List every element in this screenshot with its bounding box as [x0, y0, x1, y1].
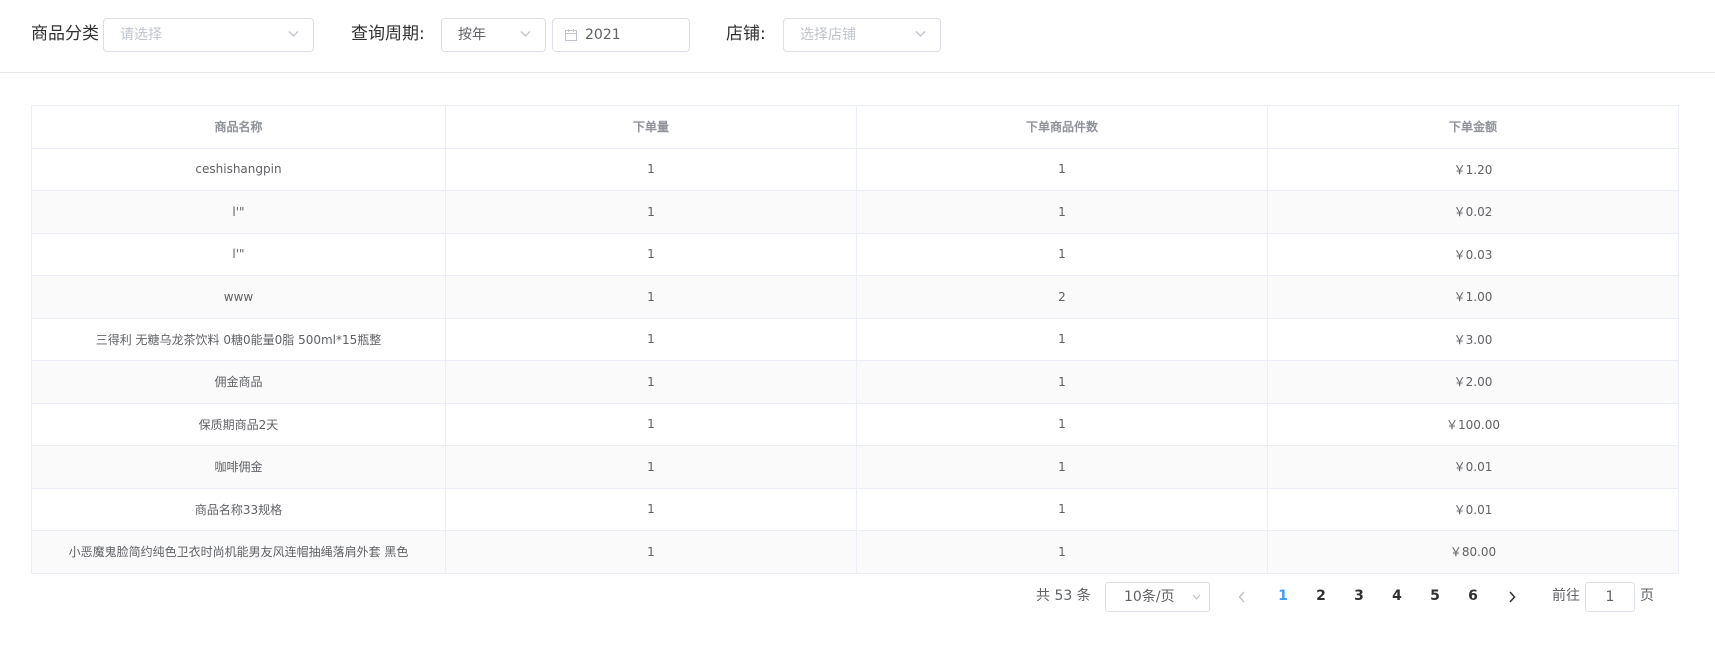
cell-product-name: 商品名称33规格 [31, 487, 446, 531]
cell-item-count: 1 [856, 530, 1268, 574]
cell-order-amount: ￥0.01 [1267, 445, 1679, 489]
cell-item-count: 1 [856, 232, 1268, 276]
cell-item-count: 1 [856, 402, 1268, 446]
shop-label: 店铺: [726, 24, 766, 44]
cell-product-name: l'" [31, 232, 446, 276]
cell-item-count: 2 [856, 275, 1268, 319]
goto-suffix: 页 [1640, 588, 1654, 604]
table-row: www 1 2 ￥1.00 [31, 275, 1679, 319]
goto-prefix: 前往 [1552, 588, 1580, 604]
chevron-left-icon[interactable] [1236, 587, 1248, 607]
year-picker[interactable]: 2021 [552, 18, 690, 52]
year-value: 2021 [585, 27, 621, 43]
cell-order-amount: ￥0.03 [1267, 232, 1679, 276]
table-row: 商品名称33规格 1 1 ￥0.01 [31, 487, 1679, 531]
page-2-button[interactable]: 2 [1309, 586, 1333, 606]
cell-order-amount: ￥1.00 [1267, 275, 1679, 319]
cell-product-name: www [31, 275, 446, 319]
goto-page-input[interactable]: 1 [1585, 582, 1635, 612]
page-4-button[interactable]: 4 [1385, 586, 1409, 606]
cell-order-amount: ￥100.00 [1267, 402, 1679, 446]
table-row: ceshishangpin 1 1 ￥1.20 [31, 147, 1679, 191]
page-6-button[interactable]: 6 [1461, 586, 1485, 606]
cell-order-count: 1 [445, 402, 857, 446]
table-body: ceshishangpin 1 1 ￥1.20 l'" 1 1 ￥0.02 l'" 1 1 ￥0.03… [31, 147, 1679, 574]
cell-order-count: 1 [445, 317, 857, 361]
table-row: 小恶魔鬼脸简约纯色卫衣时尚机能男友风连帽抽绳落肩外套 黑色 1 1 ￥80.00 [31, 530, 1679, 574]
cell-product-name: 三得利 无糖乌龙茶饮料 0糖0能量0脂 500ml*15瓶整 [31, 317, 446, 361]
period-mode-select[interactable]: 按年 [441, 18, 546, 52]
cell-product-name: l'" [31, 190, 446, 234]
calendar-icon [565, 29, 577, 41]
cell-item-count: 1 [856, 147, 1268, 191]
table-row: l'" 1 1 ￥0.03 [31, 232, 1679, 276]
chevron-down-icon [1192, 594, 1201, 600]
shop-placeholder: 选择店铺 [800, 27, 856, 43]
chevron-down-icon [520, 31, 531, 37]
cell-order-amount: ￥80.00 [1267, 530, 1679, 574]
cell-product-name: 小恶魔鬼脸简约纯色卫衣时尚机能男友风连帽抽绳落肩外套 黑色 [31, 530, 446, 574]
table-row: 佣金商品 1 1 ￥2.00 [31, 360, 1679, 404]
period-mode-value: 按年 [458, 27, 486, 43]
cell-item-count: 1 [856, 317, 1268, 361]
cell-item-count: 1 [856, 190, 1268, 234]
chevron-right-icon[interactable] [1506, 587, 1518, 607]
cell-order-count: 1 [445, 360, 857, 404]
page-1-button[interactable]: 1 [1271, 586, 1295, 606]
column-header-order-count[interactable]: 下单量 [445, 105, 857, 149]
page-size-value: 10条/页 [1124, 589, 1175, 605]
cell-order-count: 1 [445, 530, 857, 574]
cell-item-count: 1 [856, 445, 1268, 489]
chevron-down-icon [288, 31, 299, 37]
column-header-item-count[interactable]: 下单商品件数 [856, 105, 1268, 149]
cell-product-name: 保质期商品2天 [31, 402, 446, 446]
category-placeholder: 请选择 [120, 27, 162, 43]
sales-table: 商品名称 下单量 下单商品件数 下单金额 ceshishangpin 1 1 ￥1.2… [31, 105, 1679, 574]
table-row: 咖啡佣金 1 1 ￥0.01 [31, 445, 1679, 489]
cell-order-count: 1 [445, 445, 857, 489]
cell-product-name: 咖啡佣金 [31, 445, 446, 489]
cell-item-count: 1 [856, 487, 1268, 531]
cell-order-count: 1 [445, 232, 857, 276]
cell-order-amount: ￥0.01 [1267, 487, 1679, 531]
cell-product-name: 佣金商品 [31, 360, 446, 404]
page-size-select[interactable]: 10条/页 [1105, 582, 1210, 612]
column-header-product-name[interactable]: 商品名称 [31, 105, 446, 149]
table-header-row: 商品名称 下单量 下单商品件数 下单金额 [31, 105, 1679, 149]
chevron-down-icon [915, 31, 926, 37]
table-row: 三得利 无糖乌龙茶饮料 0糖0能量0脂 500ml*15瓶整 1 1 ￥3.00 [31, 317, 1679, 361]
cell-item-count: 1 [856, 360, 1268, 404]
cell-order-count: 1 [445, 147, 857, 191]
cell-order-count: 1 [445, 190, 857, 234]
table-row: 保质期商品2天 1 1 ￥100.00 [31, 402, 1679, 446]
cell-order-count: 1 [445, 275, 857, 319]
cell-order-amount: ￥0.02 [1267, 190, 1679, 234]
page-3-button[interactable]: 3 [1347, 586, 1371, 606]
period-label: 查询周期: [351, 24, 425, 44]
cell-order-amount: ￥3.00 [1267, 317, 1679, 361]
cell-product-name: ceshishangpin [31, 147, 446, 191]
pagination-total: 共 53 条 [1036, 588, 1091, 604]
category-select[interactable]: 请选择 [103, 18, 314, 52]
cell-order-count: 1 [445, 487, 857, 531]
cell-order-amount: ￥1.20 [1267, 147, 1679, 191]
table-row: l'" 1 1 ￥0.02 [31, 190, 1679, 234]
column-header-order-amount[interactable]: 下单金额 [1267, 105, 1679, 149]
cell-order-amount: ￥2.00 [1267, 360, 1679, 404]
filter-bar: 商品分类 请选择 查询周期: 按年 2021 店铺: 选择店铺 [0, 0, 1715, 73]
category-label: 商品分类 [31, 24, 99, 44]
page-5-button[interactable]: 5 [1423, 586, 1447, 606]
shop-select[interactable]: 选择店铺 [783, 18, 941, 52]
